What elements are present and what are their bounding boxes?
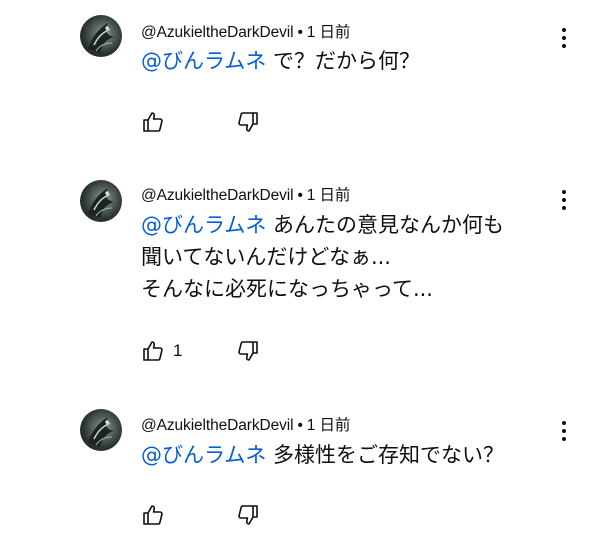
- comment-meta: @AzukieltheDarkDevil • 1 日前: [141, 413, 350, 435]
- thumb-up-icon: [143, 112, 163, 132]
- avatar[interactable]: [80, 15, 122, 57]
- separator-dot: •: [297, 24, 303, 41]
- comment-text: @びんラムネ 多様性をご存知でない？: [141, 439, 561, 471]
- comment-time[interactable]: 1 日前: [307, 24, 351, 41]
- thumb-up-icon: [143, 505, 163, 525]
- comment-meta: @AzukieltheDarkDevil • 1 日前: [141, 20, 350, 42]
- mention-link[interactable]: @びんラムネ: [141, 49, 266, 73]
- avatar[interactable]: [80, 180, 122, 222]
- mention-link[interactable]: @びんラムネ: [141, 443, 266, 467]
- thumb-down-icon: [238, 505, 258, 525]
- author-name[interactable]: @AzukieltheDarkDevil: [141, 187, 294, 204]
- thumb-up-icon: [143, 341, 163, 361]
- comment-text: @びんラムネ あんたの意見なんか何も 聞いてないんだけどなぁ... そんなに必死…: [141, 209, 561, 305]
- comment-body: 多様性をご存知でない？: [266, 443, 505, 467]
- dislike-button[interactable]: [236, 503, 260, 527]
- comment-time[interactable]: 1 日前: [307, 187, 351, 204]
- thumb-down-icon: [238, 112, 258, 132]
- dragon-avatar-icon: [88, 188, 114, 218]
- comment-body: で？だから何？: [266, 49, 421, 73]
- thumb-down-icon: [238, 341, 258, 361]
- like-button[interactable]: 1: [141, 339, 182, 363]
- like-count: 1: [173, 341, 183, 360]
- mention-link[interactable]: @びんラムネ: [141, 213, 266, 237]
- comment-text: @びんラムネ で？だから何？: [141, 45, 561, 77]
- like-button[interactable]: [141, 110, 173, 134]
- comment-time[interactable]: 1 日前: [307, 417, 351, 434]
- avatar[interactable]: [80, 409, 122, 451]
- author-name[interactable]: @AzukieltheDarkDevil: [141, 417, 294, 434]
- dislike-button[interactable]: [236, 339, 260, 363]
- separator-dot: •: [297, 187, 303, 204]
- dragon-avatar-icon: [88, 23, 114, 53]
- dislike-button[interactable]: [236, 110, 260, 134]
- comment-meta: @AzukieltheDarkDevil • 1 日前: [141, 183, 350, 205]
- like-button[interactable]: [141, 503, 173, 527]
- separator-dot: •: [297, 417, 303, 434]
- dragon-avatar-icon: [88, 417, 114, 447]
- author-name[interactable]: @AzukieltheDarkDevil: [141, 24, 294, 41]
